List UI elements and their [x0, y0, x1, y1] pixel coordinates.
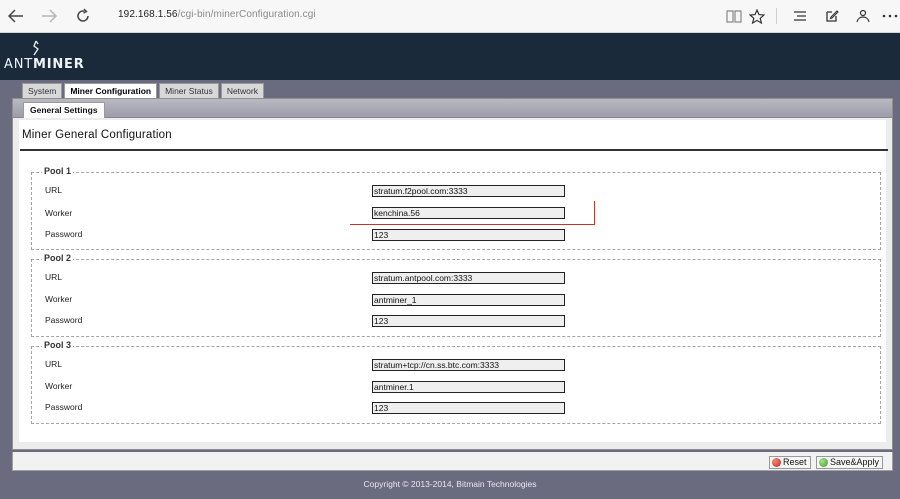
- save-apply-button[interactable]: Save&Apply: [816, 456, 884, 469]
- pool-2-password-label: Password: [45, 315, 83, 325]
- reset-button-label: Reset: [783, 457, 807, 467]
- pool-1-legend: Pool 1: [42, 166, 74, 176]
- pool-2-url-input[interactable]: [372, 272, 565, 284]
- logo-text: ANTMINER: [4, 57, 85, 72]
- antminer-logo[interactable]: ANTMINER: [4, 40, 84, 76]
- hub-icon[interactable]: [790, 6, 810, 26]
- ant-logo-icon: [33, 40, 39, 56]
- pool-1-worker-input[interactable]: [372, 207, 565, 219]
- pool-1-password-input[interactable]: [372, 229, 565, 241]
- reset-icon: [772, 458, 781, 467]
- pool-1-password-label: Password: [45, 229, 83, 239]
- favorite-star-icon[interactable]: [747, 6, 767, 26]
- pool-1-fieldset: Pool 1 URL Worker Password: [31, 166, 881, 250]
- pool-3-fieldset: Pool 3 URL Worker Password: [31, 340, 881, 424]
- config-panel: General Settings Miner General Configura…: [12, 98, 893, 450]
- pool-2-fieldset: Pool 2 URL Worker Password: [31, 253, 881, 337]
- pool-3-legend: Pool 3: [42, 340, 74, 350]
- more-icon[interactable]: [880, 6, 900, 26]
- pool-3-url-input[interactable]: [372, 359, 565, 371]
- pool-3-worker-input[interactable]: [372, 381, 565, 393]
- reading-view-icon[interactable]: [724, 6, 744, 26]
- page-title: Miner General Configuration: [22, 129, 172, 141]
- tab-miner-configuration[interactable]: Miner Configuration: [64, 83, 158, 99]
- forward-arrow-icon[interactable]: [38, 5, 60, 27]
- annotation-line-vertical: [594, 201, 595, 225]
- pool-2-worker-label: Worker: [45, 294, 73, 304]
- toolbar-separator: [776, 8, 777, 24]
- refresh-icon[interactable]: [72, 5, 94, 27]
- pool-2-password-input[interactable]: [372, 315, 565, 327]
- pool-3-password-input[interactable]: [372, 402, 565, 414]
- reset-button[interactable]: Reset: [769, 456, 811, 469]
- back-arrow-icon[interactable]: [5, 5, 27, 27]
- title-divider: [20, 149, 888, 151]
- main-tabs: System Miner Configuration Miner Status …: [22, 83, 264, 99]
- pool-1-url-label: URL: [45, 185, 63, 195]
- app-header: ANTMINER: [0, 33, 900, 80]
- pool-2-worker-input[interactable]: [372, 294, 565, 306]
- save-icon: [819, 458, 828, 467]
- config-content: Miner General Configuration Pool 1 URL W…: [19, 120, 888, 442]
- url-path: /cgi-bin/minerConfiguration.cgi: [177, 9, 316, 20]
- web-note-icon[interactable]: [822, 6, 842, 26]
- pool-1-url-input[interactable]: [372, 185, 565, 197]
- subtab-general-settings[interactable]: General Settings: [23, 102, 105, 118]
- pool-3-url-label: URL: [45, 359, 63, 369]
- subtab-strip: General Settings: [13, 99, 892, 118]
- tab-network[interactable]: Network: [220, 83, 264, 98]
- pool-2-url-label: URL: [45, 272, 63, 282]
- pool-3-password-label: Password: [45, 402, 83, 412]
- tab-miner-status[interactable]: Miner Status: [159, 83, 219, 98]
- action-bar: Reset Save&Apply: [12, 452, 893, 471]
- logo-text-miner: MINER: [32, 57, 85, 72]
- logo-text-ant: ANT: [4, 57, 33, 72]
- tab-system[interactable]: System: [22, 83, 63, 98]
- address-bar[interactable]: 192.168.1.56/cgi-bin/minerConfiguration.…: [118, 9, 316, 20]
- pool-2-legend: Pool 2: [42, 253, 74, 263]
- share-icon[interactable]: [853, 6, 873, 26]
- pool-1-worker-label: Worker: [45, 208, 73, 218]
- browser-toolbar: 192.168.1.56/cgi-bin/minerConfiguration.…: [0, 0, 900, 33]
- pool-3-worker-label: Worker: [45, 381, 73, 391]
- save-apply-button-label: Save&Apply: [830, 457, 880, 467]
- annotation-line-horizontal: [350, 224, 595, 225]
- footer-copyright: Copyright © 2013-2014, Bitmain Technolog…: [363, 479, 537, 489]
- url-host: 192.168.1.56: [118, 9, 178, 20]
